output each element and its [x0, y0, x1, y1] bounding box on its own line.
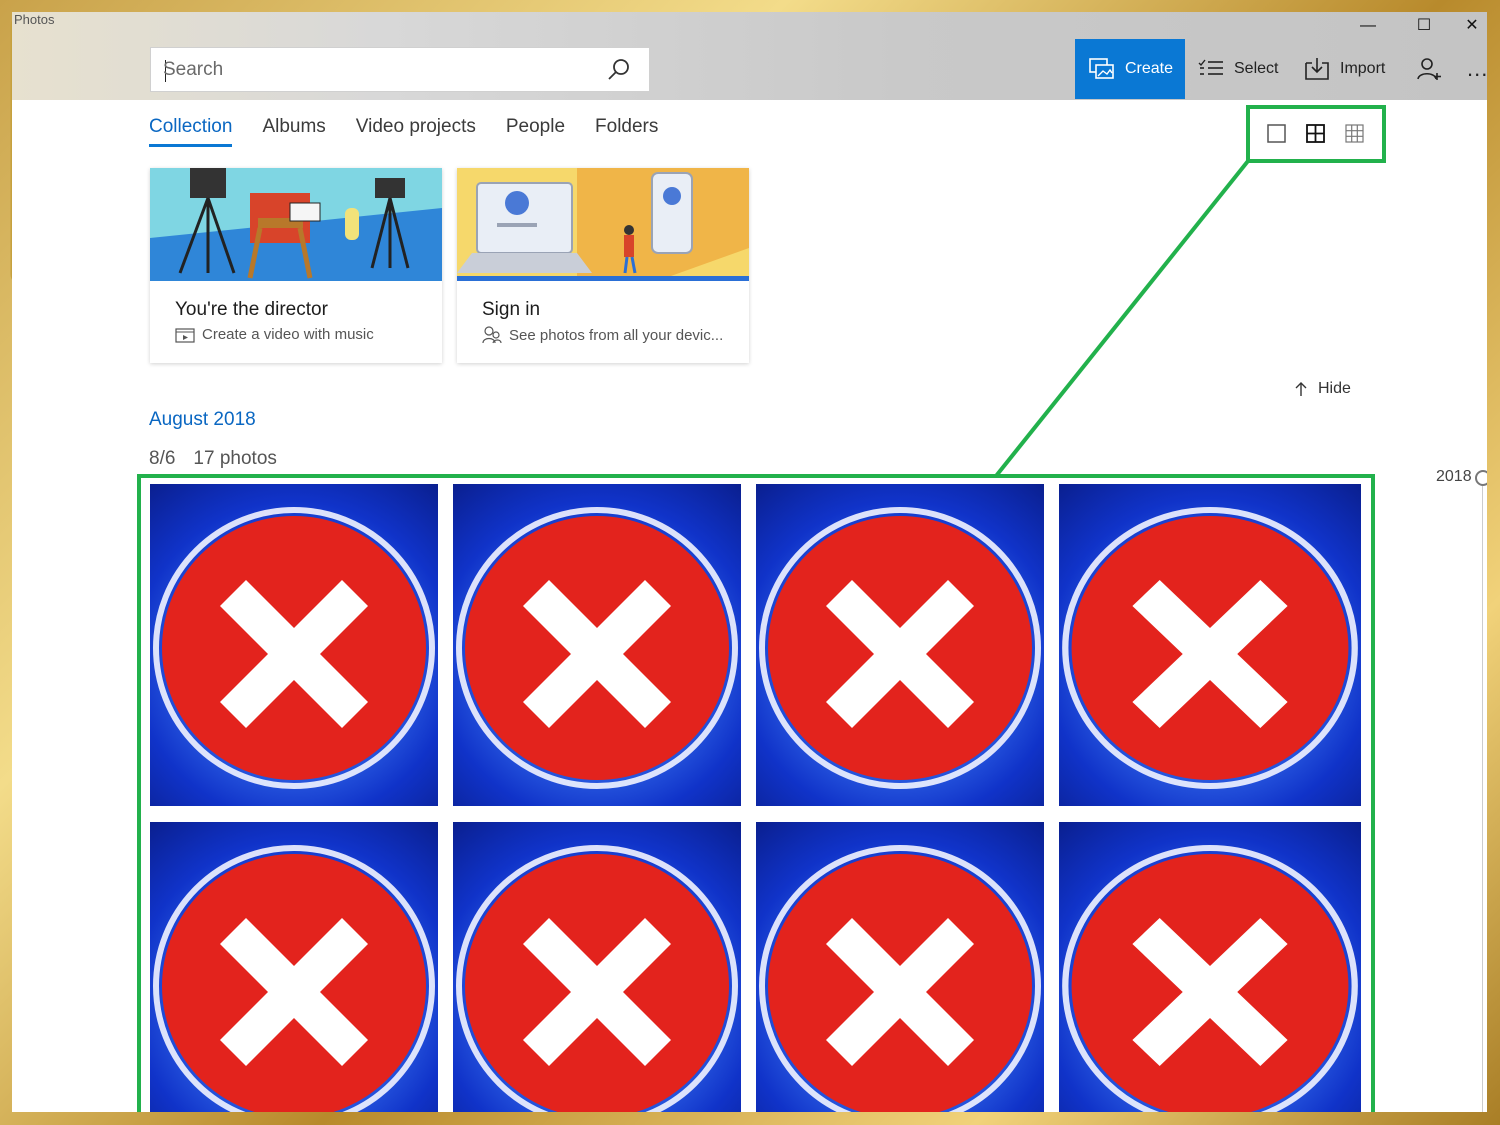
tab-folders[interactable]: Folders [595, 116, 658, 147]
photo-count: 17 photos [193, 448, 277, 469]
view-mode-toggles [1246, 105, 1386, 163]
card-title: You're the director [175, 299, 328, 320]
month-heading[interactable]: August 2018 [149, 409, 256, 431]
card-subtitle-text: See photos from all your devic... [509, 326, 724, 344]
highlight-box [137, 474, 1375, 1112]
app-title: Photos [14, 12, 55, 27]
video-project-icon [175, 327, 195, 343]
card-subtitle-text: Create a video with music [202, 326, 374, 343]
account-button[interactable] [1417, 39, 1443, 99]
arrow-up-icon [1295, 382, 1307, 396]
create-label: Create [1125, 60, 1174, 77]
tab-video-projects[interactable]: Video projects [356, 116, 476, 147]
card-title: Sign in [482, 299, 541, 320]
card-subtitle: Create a video with music [175, 326, 374, 343]
create-icon [1089, 58, 1114, 79]
tab-people[interactable]: People [506, 116, 565, 147]
timeline-year[interactable]: 2018 [1436, 468, 1472, 486]
director-card[interactable]: You're the director Create a video with … [150, 168, 442, 363]
import-icon [1305, 58, 1329, 80]
close-button[interactable]: ✕ [1449, 12, 1487, 42]
small-grid-view-icon[interactable] [1342, 119, 1368, 149]
search-box[interactable] [150, 47, 650, 92]
person-add-icon [1417, 58, 1441, 80]
select-button[interactable]: Select [1198, 39, 1278, 99]
select-list-icon [1198, 59, 1223, 75]
photos-window: Photos — ☐ ✕ Create [12, 12, 1487, 1112]
people-icon [482, 326, 502, 344]
hide-label: Hide [1318, 380, 1351, 397]
search-input[interactable] [163, 56, 583, 84]
nav-tabs: Collection Albums Video projects People … [149, 116, 658, 147]
import-label: Import [1340, 60, 1386, 77]
director-illustration [150, 168, 442, 281]
timeline-scrubber-handle[interactable] [1475, 470, 1487, 486]
minimize-button[interactable]: — [1345, 12, 1391, 42]
maximize-button[interactable]: ☐ [1401, 12, 1447, 42]
search-icon[interactable] [607, 58, 631, 82]
select-label: Select [1234, 60, 1279, 77]
tab-albums[interactable]: Albums [262, 116, 325, 147]
date-row: 8/6 17 photos [149, 448, 277, 470]
card-subtitle: See photos from all your devic... [482, 326, 723, 344]
create-button[interactable]: Create [1075, 39, 1185, 99]
title-bar: Photos — ☐ ✕ Create [12, 12, 1487, 100]
more-options-button[interactable]: ... [1467, 39, 1487, 99]
sign-in-card[interactable]: Sign in See photos from all your devic..… [457, 168, 749, 363]
large-tile-view-icon[interactable] [1264, 119, 1290, 149]
import-button[interactable]: Import [1304, 39, 1385, 99]
hide-cards-button[interactable]: Hide [1294, 380, 1351, 398]
sign-in-illustration [457, 168, 749, 281]
medium-grid-view-icon[interactable] [1303, 119, 1329, 149]
tab-collection[interactable]: Collection [149, 116, 233, 147]
date-label: 8/6 [149, 448, 176, 469]
timeline-scrubber-track[interactable] [1482, 486, 1483, 1112]
